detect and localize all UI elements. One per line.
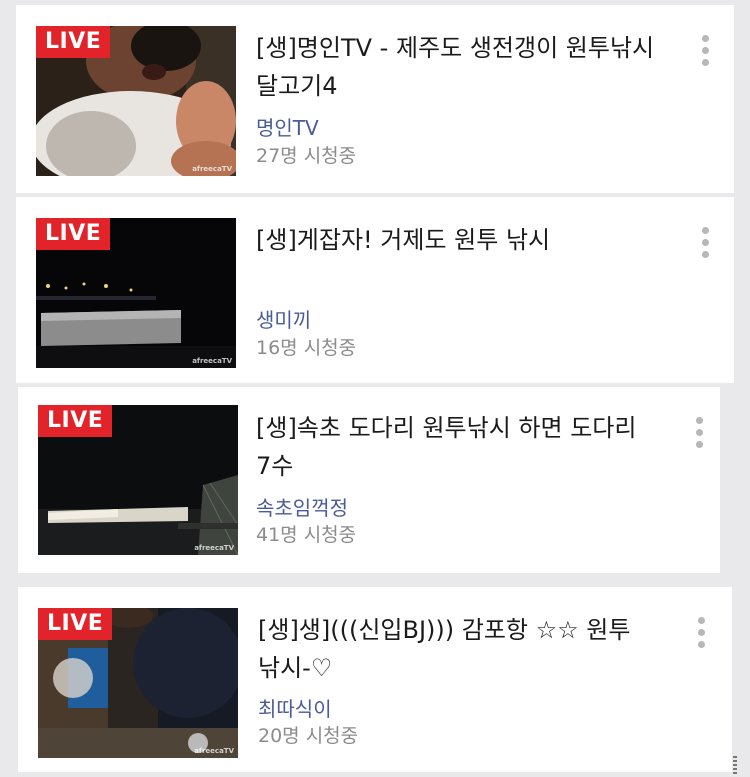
viewer-count: 16명 시청중 [256, 337, 357, 359]
scrollbar[interactable] [733, 756, 737, 774]
channel-name[interactable]: 속초임꺽정 [256, 495, 348, 521]
stream-title[interactable]: [생]게잡자! 거제도 원투 낚시 [256, 221, 676, 259]
channel-name[interactable]: 명인TV [256, 115, 319, 141]
live-badge: LIVE [36, 26, 111, 58]
live-badge: LIVE [38, 608, 113, 640]
stream-card[interactable]: LIVE afreecaTV [생]게잡자! 거제도 원투 낚시 생미끼 16명… [16, 197, 734, 383]
stream-title[interactable]: [생]생](((신입BJ))) 감포항 ☆☆ 원투 낚시-♡ [258, 611, 678, 687]
viewer-count: 27명 시청중 [256, 145, 357, 167]
more-options-icon[interactable] [694, 223, 718, 263]
stream-thumbnail[interactable]: LIVE afreecaTV [36, 26, 236, 176]
thumbnail-watermark: afreecaTV [192, 165, 232, 173]
live-badge: LIVE [36, 218, 111, 250]
more-options-icon[interactable] [690, 613, 714, 653]
stream-card[interactable]: LIVE afreecaTV [생]명인TV - 제주도 생전갱이 원투낚시 달… [16, 5, 734, 193]
thumbnail-watermark: afreecaTV [194, 747, 234, 755]
channel-name[interactable]: 생미끼 [256, 307, 311, 333]
viewer-count: 41명 시청중 [256, 524, 357, 546]
stream-title[interactable]: [생]명인TV - 제주도 생전갱이 원투낚시 달고기4 [256, 29, 676, 105]
viewer-count: 20명 시청중 [258, 725, 359, 747]
channel-name[interactable]: 최따식이 [258, 696, 332, 722]
stream-thumbnail[interactable]: LIVE afreecaTV [36, 218, 236, 368]
stream-thumbnail[interactable]: LIVE afreecaTV [38, 608, 238, 758]
more-options-icon[interactable] [688, 413, 712, 453]
stream-title[interactable]: [생]속초 도다리 원투낚시 하면 도다리 7수 [256, 409, 676, 485]
stream-card[interactable]: LIVE afreecaTV [생]생](((신입BJ))) 감포항 ☆☆ 원투… [18, 587, 732, 772]
stream-thumbnail[interactable]: LIVE afreecaTV [38, 405, 238, 555]
stream-card[interactable]: LIVE afreecaTV [생]속초 도다리 원투낚시 하면 도다리 7수 … [18, 387, 720, 573]
live-badge: LIVE [38, 405, 113, 437]
thumbnail-watermark: afreecaTV [192, 357, 232, 365]
thumbnail-watermark: afreecaTV [194, 544, 234, 552]
more-options-icon[interactable] [694, 31, 718, 71]
